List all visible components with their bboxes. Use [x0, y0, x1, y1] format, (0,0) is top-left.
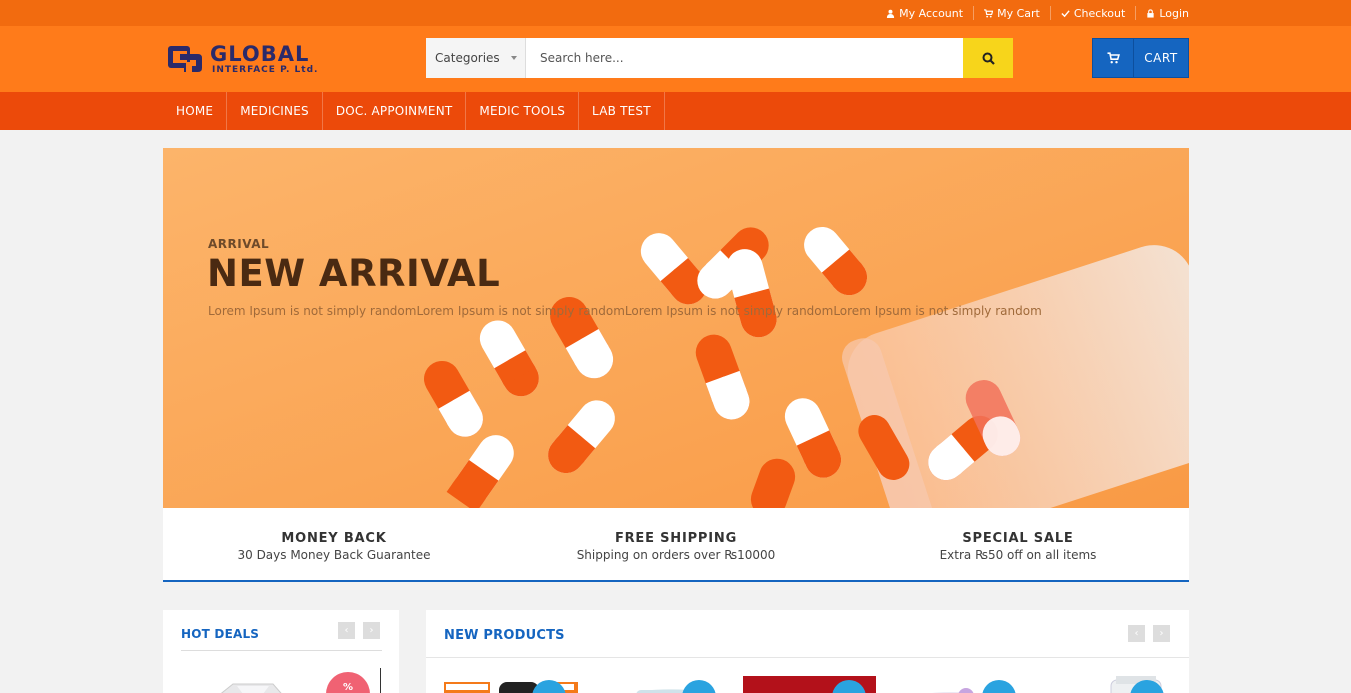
search-icon: [982, 52, 995, 65]
feature-text: 30 Days Money Back Guarantee: [237, 548, 431, 562]
logo-text: GLOBAL INTERFACE P. Ltd.: [210, 41, 319, 75]
feature-title: MONEY BACK: [281, 531, 387, 546]
lock-icon: [1147, 8, 1154, 18]
main-nav: HOME MEDICINES DOC. APPOINMENT MEDIC TOO…: [0, 92, 1351, 130]
category-select[interactable]: Categories: [426, 38, 526, 78]
top-links: My Account My Cart Checkout Login: [876, 0, 1189, 26]
cart-label: CART: [1144, 51, 1178, 65]
feature-title: SPECIAL SALE: [962, 531, 1074, 546]
login-label: Login: [1159, 6, 1189, 20]
new-products-title: NEW PRODUCTS: [444, 628, 565, 643]
nav-item-lab-test[interactable]: LAB TEST: [579, 92, 665, 130]
my-account-link[interactable]: My Account: [876, 6, 973, 20]
check-icon: [1061, 9, 1070, 17]
discount-badge: %: [326, 672, 370, 693]
hero-subtitle: ARRIVAL: [208, 237, 270, 251]
hot-deals-prev-button[interactable]: ‹: [338, 622, 355, 639]
category-select-value: Categories: [435, 51, 500, 65]
cart-icon: [1107, 52, 1120, 64]
nav-item-home[interactable]: HOME: [163, 92, 228, 130]
hero-banner[interactable]: ARRIVAL NEW ARRIVAL Lorem Ipsum is not s…: [163, 148, 1189, 508]
cart-button-icon-box: [1093, 39, 1134, 77]
hot-deals-panel: HOT DEALS ‹ › %: [163, 610, 399, 693]
nav-item-doc-appointment[interactable]: DOC. APPOINMENT: [323, 92, 467, 130]
hot-deals-title: HOT DEALS: [181, 627, 260, 641]
logo-subtitle: INTERFACE P. Ltd.: [212, 64, 319, 75]
header: GLOBAL INTERFACE P. Ltd. Categories CART: [0, 26, 1351, 92]
divider: [181, 650, 382, 651]
login-link[interactable]: Login: [1135, 6, 1189, 20]
hot-deals-next-button[interactable]: ›: [363, 622, 380, 639]
search-button[interactable]: [963, 38, 1013, 78]
pills-image: [163, 148, 1189, 508]
feature-special-sale: SPECIAL SALE Extra ₨50 off on all items: [847, 508, 1189, 580]
feature-title: FREE SHIPPING: [614, 531, 738, 546]
cart-icon: [984, 8, 994, 18]
my-cart-link[interactable]: My Cart: [973, 6, 1050, 20]
logo[interactable]: GLOBAL INTERFACE P. Ltd.: [166, 42, 326, 76]
my-account-label: My Account: [899, 6, 964, 20]
new-products-next-button[interactable]: ›: [1153, 625, 1170, 642]
checkout-link[interactable]: Checkout: [1049, 6, 1135, 20]
new-products-prev-button[interactable]: ‹: [1128, 625, 1145, 642]
hero-title: NEW ARRIVAL: [207, 252, 501, 295]
feature-money-back: MONEY BACK 30 Days Money Back Guarantee: [163, 508, 505, 580]
nav-item-medic-tools[interactable]: MEDIC TOOLS: [466, 92, 580, 130]
nav-items: HOME MEDICINES DOC. APPOINMENT MEDIC TOO…: [163, 92, 665, 130]
cart-button[interactable]: CART: [1092, 38, 1189, 78]
chevron-down-icon: [511, 56, 517, 60]
product-thumbnail[interactable]: [896, 676, 996, 693]
features-bar: MONEY BACK 30 Days Money Back Guarantee …: [163, 508, 1189, 582]
feature-text: Extra ₨50 off on all items: [939, 548, 1097, 562]
my-cart-label: My Cart: [997, 6, 1040, 20]
feature-free-shipping: FREE SHIPPING Shipping on orders over ₨1…: [505, 508, 847, 580]
product-thumbnail[interactable]: [203, 672, 293, 693]
nav-item-medicines[interactable]: MEDICINES: [227, 92, 323, 130]
search-bar: Categories: [426, 38, 1013, 78]
checkout-label: Checkout: [1073, 6, 1126, 20]
user-icon: [887, 9, 895, 18]
divider: [380, 668, 381, 693]
logo-word: GLOBAL: [210, 41, 310, 66]
logo-mark-icon: [168, 46, 202, 72]
hero-description: Lorem Ipsum is not simply randomLorem Ip…: [208, 304, 1042, 318]
feature-text: Shipping on orders over ₨10000: [576, 548, 776, 562]
divider: [426, 657, 1189, 658]
new-products-panel: NEW PRODUCTS ‹ ›: [426, 610, 1189, 693]
top-bar: My Account My Cart Checkout Login: [0, 0, 1351, 26]
search-input[interactable]: [526, 38, 963, 78]
